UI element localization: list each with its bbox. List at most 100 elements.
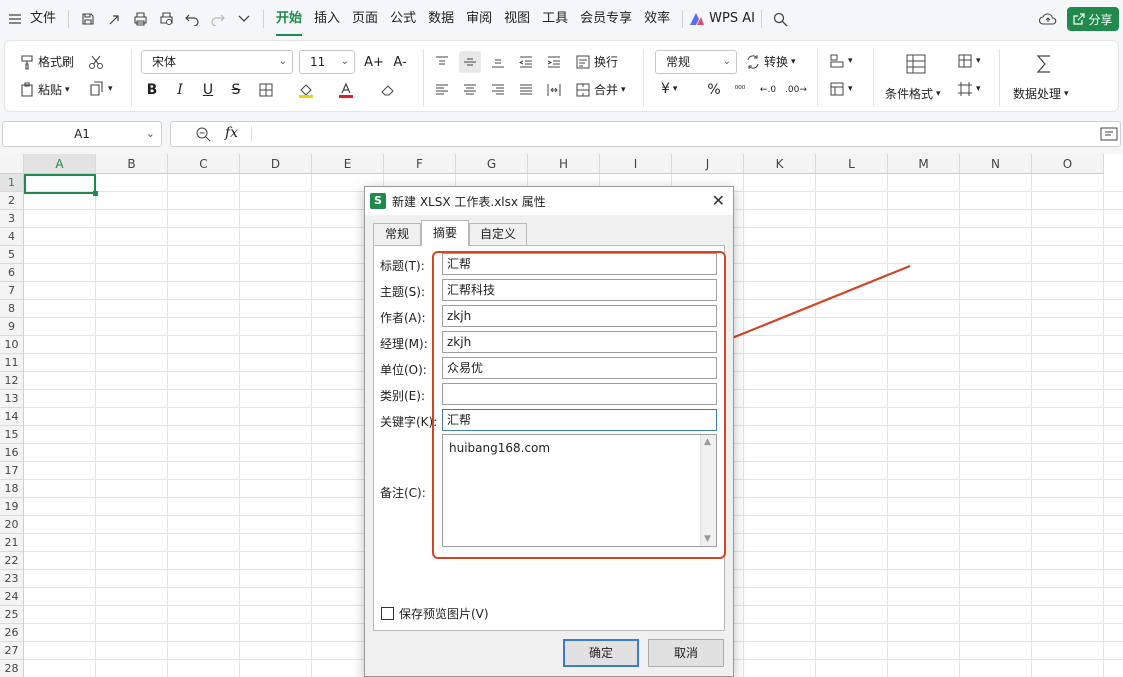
tab-efficiency[interactable]: 效率	[638, 0, 676, 38]
merge-button[interactable]: 合并 ▾	[575, 81, 626, 98]
tab-page[interactable]: 页面	[346, 0, 384, 38]
tab-home[interactable]: 开始	[270, 0, 308, 38]
chevron-down-icon[interactable]	[233, 8, 255, 30]
decrease-decimal-icon[interactable]: .00→	[785, 79, 807, 101]
row-header[interactable]: 5	[0, 246, 24, 264]
freeze-button[interactable]: ▾	[957, 81, 981, 97]
fx-icon[interactable]: fx	[225, 125, 238, 141]
increase-decimal-icon[interactable]: ←.0	[757, 79, 779, 101]
wps-ai-button[interactable]: WPS AI	[689, 0, 755, 38]
row-header[interactable]: 14	[0, 408, 24, 426]
row-header[interactable]: 17	[0, 462, 24, 480]
column-header[interactable]: M	[888, 154, 960, 174]
cell-style-button[interactable]: ▾	[957, 53, 981, 69]
italic-icon[interactable]: I	[169, 79, 191, 101]
tab-tools[interactable]: 工具	[536, 0, 574, 38]
expand-formula-icon[interactable]	[1100, 126, 1118, 145]
share-button[interactable]: 分享	[1067, 7, 1119, 31]
row-header[interactable]: 6	[0, 264, 24, 282]
column-header[interactable]: D	[240, 154, 312, 174]
copy-button[interactable]: ▾	[89, 81, 113, 97]
checkbox-box[interactable]	[381, 607, 394, 620]
tab-data[interactable]: 数据	[422, 0, 460, 38]
save-icon[interactable]	[77, 8, 99, 30]
tab-formula[interactable]: 公式	[384, 0, 422, 38]
column-header[interactable]: F	[384, 154, 456, 174]
column-header[interactable]: E	[312, 154, 384, 174]
convert-button[interactable]: 转换 ▾	[745, 53, 796, 70]
percent-icon[interactable]: %	[703, 79, 725, 101]
row-header[interactable]: 11	[0, 354, 24, 372]
row-header[interactable]: 10	[0, 336, 24, 354]
cancel-button[interactable]: 取消	[648, 639, 724, 667]
align-left-icon[interactable]	[431, 79, 453, 101]
tab-summary[interactable]: 摘要	[421, 220, 469, 246]
align-center-icon[interactable]	[459, 79, 481, 101]
indent-decrease-icon[interactable]	[515, 51, 537, 73]
sum-icon[interactable]	[1031, 51, 1057, 77]
indent-increase-icon[interactable]	[543, 51, 565, 73]
formula-input[interactable]: fx	[170, 121, 1121, 147]
row-header[interactable]: 16	[0, 444, 24, 462]
font-size-select[interactable]: 11 ⌄	[299, 50, 355, 74]
row-header[interactable]: 28	[0, 660, 24, 677]
wrap-text-button[interactable]: 换行	[575, 53, 618, 70]
conditional-format-icon[interactable]	[903, 51, 929, 77]
search-icon[interactable]	[770, 8, 792, 30]
format-painter-button[interactable]: 格式刷	[19, 53, 74, 70]
row-header[interactable]: 8	[0, 300, 24, 318]
name-box[interactable]: A1 ⌄	[2, 121, 162, 147]
underline-icon[interactable]: U	[197, 79, 219, 101]
column-header[interactable]: C	[168, 154, 240, 174]
select-all-corner[interactable]	[0, 154, 24, 174]
row-header[interactable]: 23	[0, 570, 24, 588]
row-header[interactable]: 24	[0, 588, 24, 606]
tab-review[interactable]: 审阅	[460, 0, 498, 38]
align-top-icon[interactable]	[431, 51, 453, 73]
strikethrough-icon[interactable]: S	[225, 79, 247, 101]
cloud-upload-icon[interactable]	[1037, 8, 1059, 30]
row-header[interactable]: 1	[0, 174, 24, 192]
row-header[interactable]: 7	[0, 282, 24, 300]
close-icon[interactable]: ✕	[712, 191, 725, 210]
row-header[interactable]: 9	[0, 318, 24, 336]
currency-button[interactable]: ¥ ▾	[661, 81, 677, 97]
align-right-icon[interactable]	[487, 79, 509, 101]
paste-button[interactable]: 粘贴 ▾	[19, 81, 70, 98]
row-header[interactable]: 3	[0, 210, 24, 228]
row-header[interactable]: 12	[0, 372, 24, 390]
increase-font-icon[interactable]: A+	[363, 51, 385, 73]
selected-cell-a1[interactable]	[24, 174, 96, 194]
zoom-icon[interactable]	[195, 126, 211, 145]
row-header[interactable]: 19	[0, 498, 24, 516]
column-header[interactable]: G	[456, 154, 528, 174]
redo-icon[interactable]	[207, 8, 229, 30]
row-header[interactable]: 20	[0, 516, 24, 534]
tab-member[interactable]: 会员专享	[574, 0, 638, 38]
menu-icon[interactable]	[4, 8, 26, 30]
tab-view[interactable]: 视图	[498, 0, 536, 38]
column-header[interactable]: A	[24, 154, 96, 174]
column-header[interactable]: I	[600, 154, 672, 174]
column-header[interactable]: H	[528, 154, 600, 174]
row-header[interactable]: 22	[0, 552, 24, 570]
tab-general[interactable]: 常规	[373, 223, 421, 245]
align-bottom-icon[interactable]	[487, 51, 509, 73]
save-preview-checkbox[interactable]: 保存预览图片(V)	[381, 605, 489, 622]
column-header[interactable]: B	[96, 154, 168, 174]
thousands-icon[interactable]: ⁰⁰⁰	[729, 79, 751, 101]
fill-color-icon[interactable]	[295, 79, 317, 101]
column-header[interactable]: L	[816, 154, 888, 174]
row-header[interactable]: 13	[0, 390, 24, 408]
tab-custom[interactable]: 自定义	[469, 223, 527, 245]
column-header[interactable]: N	[960, 154, 1032, 174]
font-color-icon[interactable]	[335, 79, 357, 101]
decrease-font-icon[interactable]: A-	[389, 51, 411, 73]
eraser-icon[interactable]	[377, 79, 399, 101]
row-header[interactable]: 15	[0, 426, 24, 444]
conditional-format-button[interactable]: 条件格式 ▾	[885, 85, 941, 102]
fill-handle[interactable]	[93, 191, 98, 196]
border-icon[interactable]	[255, 79, 277, 101]
bold-icon[interactable]: B	[141, 79, 163, 101]
file-menu[interactable]: 文件	[28, 0, 62, 38]
